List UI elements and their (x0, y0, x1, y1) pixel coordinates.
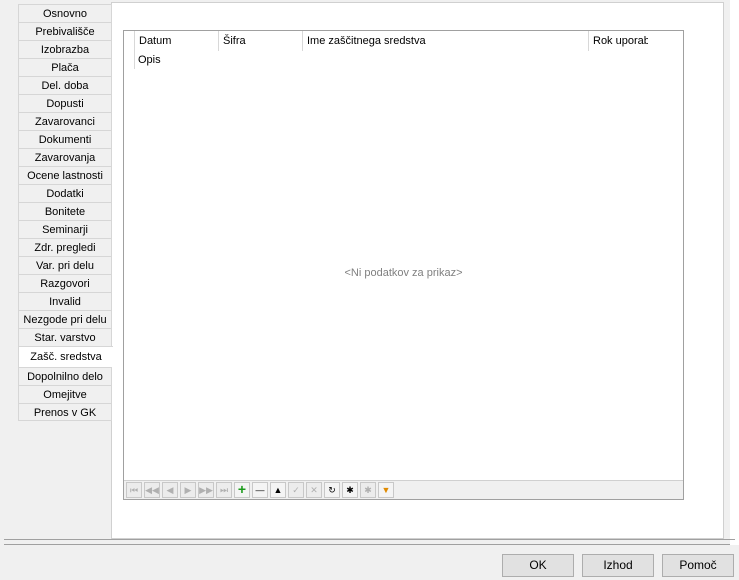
tab-16[interactable]: Invalid (18, 292, 112, 310)
column-header-ime[interactable]: Ime zaščitnega sredstva (302, 31, 588, 51)
data-grid[interactable]: Datum Šifra Ime zaščitnega sredstva Rok … (123, 30, 684, 500)
column-header-opis[interactable]: Opis (138, 51, 161, 69)
nav-next-page-icon[interactable]: ▶▶ (198, 482, 214, 498)
nav-refresh-icon[interactable]: ↻ (324, 482, 340, 498)
nav-delete-icon[interactable]: — (252, 482, 268, 498)
tab-5[interactable]: Dopusti (18, 94, 112, 112)
column-header-datum[interactable]: Datum (134, 31, 218, 51)
tab-21[interactable]: Omejitve (18, 385, 112, 403)
window-edge (730, 0, 739, 545)
tab-11[interactable]: Bonitete (18, 202, 112, 220)
help-button[interactable]: Pomoč (662, 554, 734, 577)
tab-strip: Osnovno Prebivališče Izobrazba Plača Del. do… (18, 4, 113, 421)
nav-first-page-icon[interactable]: ⏮ (126, 482, 142, 498)
tab-17[interactable]: Nezgode pri delu (18, 310, 112, 328)
tab-14[interactable]: Var. pri delu (18, 256, 112, 274)
column-header-sifra[interactable]: Šifra (218, 31, 302, 51)
tab-19[interactable]: Zašč. sredstva (18, 346, 113, 367)
tab-1[interactable]: Prebivališče (18, 22, 112, 40)
tab-18[interactable]: Star. varstvo (18, 328, 112, 346)
tab-10[interactable]: Dodatki (18, 184, 112, 202)
tab-9[interactable]: Ocene lastnosti (18, 166, 112, 184)
nav-save-bookmark-icon[interactable]: ✱ (342, 482, 358, 498)
tab-15[interactable]: Razgovori (18, 274, 112, 292)
tab-6[interactable]: Zavarovanci (18, 112, 112, 130)
tab-20[interactable]: Dopolnilno delo (18, 367, 112, 385)
nav-filter-icon[interactable]: ▼ (378, 482, 394, 498)
column-header-rok-uporabe[interactable]: Rok uporabe (588, 31, 648, 51)
separator (4, 539, 735, 540)
exit-button[interactable]: Izhod (582, 554, 654, 577)
ok-button[interactable]: OK (502, 554, 574, 577)
tab-8[interactable]: Zavarovanja (18, 148, 112, 166)
grid-header: Datum Šifra Ime zaščitnega sredstva Rok … (134, 31, 683, 51)
nav-goto-bookmark-icon[interactable]: ✱ (360, 482, 376, 498)
nav-next-icon[interactable]: ▶ (180, 482, 196, 498)
tab-0[interactable]: Osnovno (18, 4, 112, 22)
tab-7[interactable]: Dokumenti (18, 130, 112, 148)
nav-prev-icon[interactable]: ◀ (162, 482, 178, 498)
nav-prev-page-icon[interactable]: ◀◀ (144, 482, 160, 498)
nav-cancel-icon[interactable]: ✕ (306, 482, 322, 498)
tab-3[interactable]: Plača (18, 58, 112, 76)
tab-2[interactable]: Izobrazba (18, 40, 112, 58)
grid-navigator: ⏮ ◀◀ ◀ ▶ ▶▶ ⏭ + — ▲ ✓ ✕ ↻ ✱ ✱ ▼ (124, 480, 683, 499)
tab-13[interactable]: Zdr. pregledi (18, 238, 112, 256)
row-indicator-divider (134, 51, 135, 69)
nav-edit-icon[interactable]: ▲ (270, 482, 286, 498)
nav-add-icon[interactable]: + (234, 482, 250, 498)
empty-grid-message: <Ni podatkov za prikaz> (344, 267, 463, 279)
tab-4[interactable]: Del. doba (18, 76, 112, 94)
tab-22[interactable]: Prenos v GK (18, 403, 112, 421)
tab-12[interactable]: Seminarji (18, 220, 112, 238)
nav-last-page-icon[interactable]: ⏭ (216, 482, 232, 498)
nav-post-icon[interactable]: ✓ (288, 482, 304, 498)
